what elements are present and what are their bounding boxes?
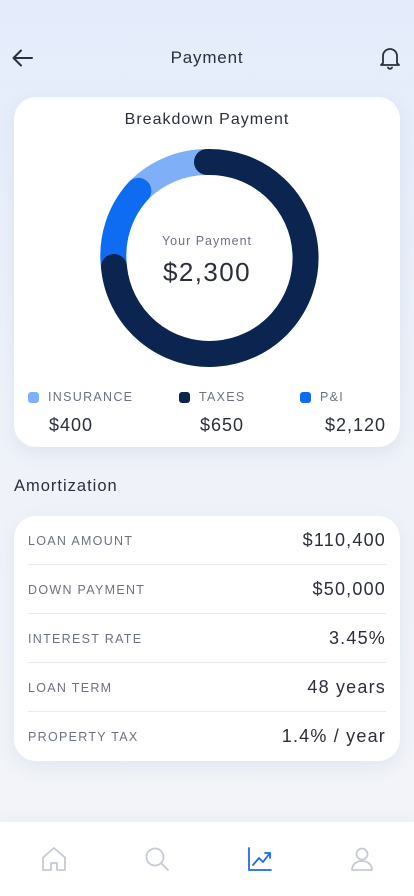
amortization-label: LOAN AMOUNT (28, 534, 134, 548)
legend-value-insurance: $400 (49, 415, 94, 435)
tab-analytics[interactable] (245, 844, 275, 874)
amortization-card: LOAN AMOUNT $110,400 DOWN PAYMENT $50,00… (14, 516, 400, 761)
amortization-label: PROPERTY TAX (28, 730, 139, 744)
bell-icon (380, 48, 400, 70)
amortization-label: INTEREST RATE (28, 632, 143, 646)
legend-label-insurance: INSURANCE (48, 390, 134, 404)
page-title: Payment (170, 48, 244, 67)
amortization-title: Amortization (14, 477, 118, 495)
user-icon (351, 847, 373, 871)
your-payment-label: Your Payment (161, 234, 253, 248)
amortization-row-down-payment: DOWN PAYMENT $50,000 (28, 565, 386, 614)
amortization-row-loan-term: LOAN TERM 48 years (28, 663, 386, 712)
amortization-label: LOAN TERM (28, 681, 113, 695)
legend-label-taxes: TAXES (199, 390, 246, 404)
amortization-row-interest-rate: INTEREST RATE 3.45% (28, 614, 386, 663)
tab-profile[interactable] (347, 844, 377, 874)
home-icon (42, 847, 66, 871)
amortization-value: $50,000 (312, 579, 386, 599)
tab-search[interactable] (142, 844, 172, 874)
amortization-value: 3.45% (328, 628, 386, 648)
legend-dot-taxes (179, 392, 190, 403)
tab-home[interactable] (39, 844, 69, 874)
search-icon (145, 847, 169, 871)
breakdown-card: Breakdown Payment Your Payment $2,300 IN… (14, 97, 400, 447)
legend-label-pi: P&I (320, 390, 345, 404)
breakdown-title: Breakdown Payment (124, 111, 290, 128)
amortization-value: 1.4% / year (281, 726, 386, 746)
legend-dot-insurance (28, 392, 39, 403)
chart-icon (248, 847, 272, 871)
amortization-value: 48 years (307, 677, 386, 697)
legend-dot-pi (300, 392, 311, 403)
bottom-tab-bar (0, 822, 414, 896)
amortization-row-loan-amount: LOAN AMOUNT $110,400 (28, 516, 386, 565)
notifications-button[interactable] (378, 45, 402, 71)
your-payment-value: $2,300 (163, 257, 251, 287)
legend-value-taxes: $650 (200, 415, 245, 435)
amortization-label: DOWN PAYMENT (28, 583, 146, 597)
amortization-value: $110,400 (302, 530, 386, 550)
amortization-row-property-tax: PROPERTY TAX 1.4% / year (28, 712, 386, 761)
legend-value-pi: $2,120 (324, 415, 386, 435)
